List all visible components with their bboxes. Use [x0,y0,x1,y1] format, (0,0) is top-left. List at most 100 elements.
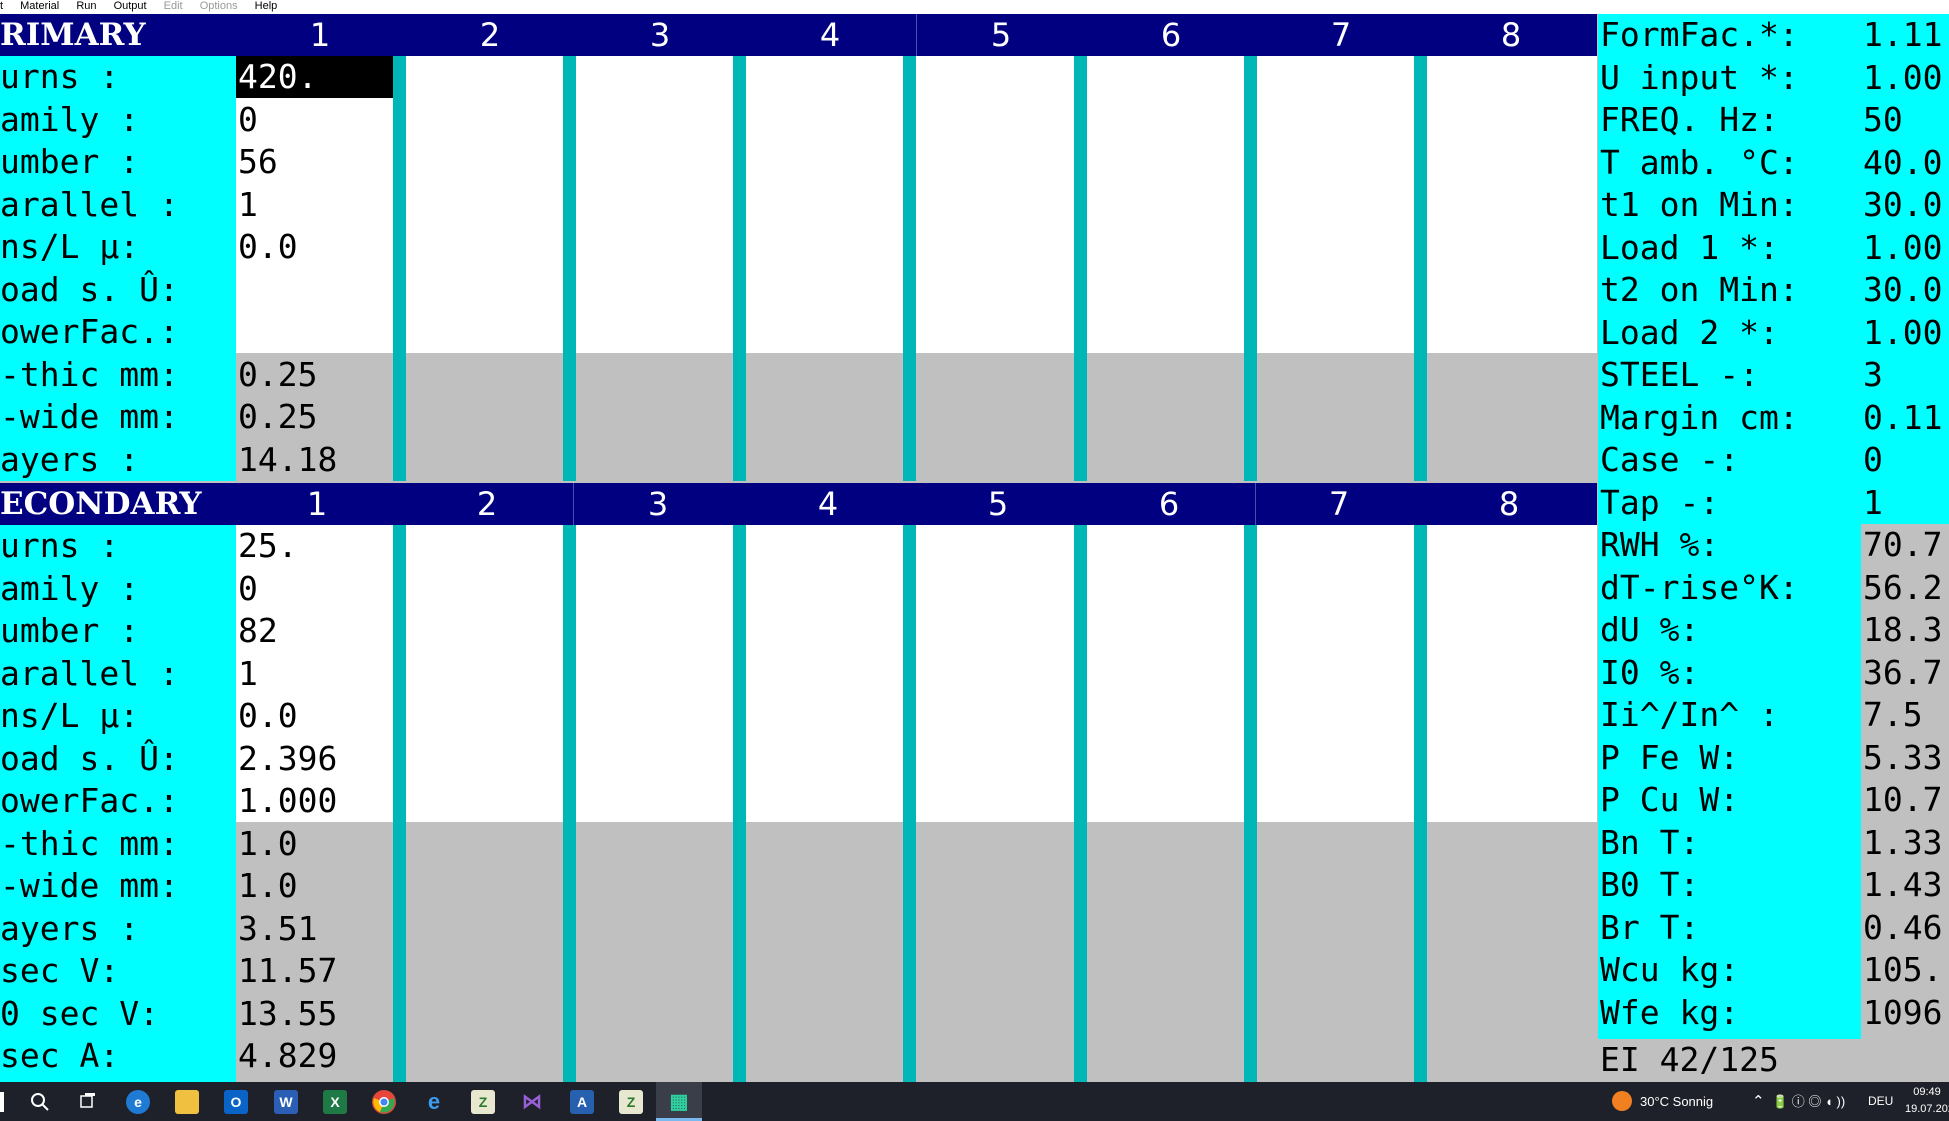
secondary-layers-value: 3.51 [238,908,318,948]
value-steel[interactable]: 3 [1861,354,1949,397]
taskbar: e O W X e Z ⋈ A Z ▦ 30°C Sonnig ⌃ 🔋 ⓘ ◎ … [0,1082,1949,1121]
column-separator [563,525,576,1082]
outlook-icon[interactable]: O [224,1090,248,1114]
secondary-label-wide: -wide mm: [0,866,179,905]
value-t2-on[interactable]: 30.0 [1861,269,1949,312]
value-dt-rise: 56.2 [1863,567,1943,607]
label-ii-in: Ii^/In^ : [1600,695,1779,734]
primary-col-3[interactable]: 3 [640,14,680,56]
secondary-col-8[interactable]: 8 [1489,483,1529,525]
menu-item-file[interactable]: t [0,0,3,12]
primary-number-input[interactable]: 56 [236,141,393,184]
secondary-label-parallel: arallel : [0,653,179,693]
z-app-icon-2[interactable]: Z [619,1090,643,1114]
secondary-parallel-input[interactable]: 1 [236,653,393,696]
clock-time: 09:49 [1913,1086,1941,1098]
visual-studio-icon[interactable]: ⋈ [520,1090,544,1114]
primary-family-input[interactable]: 0 [236,99,393,142]
primary-col-5[interactable]: 5 [981,14,1021,56]
primary-thick-value: 0.25 [238,354,318,394]
menu-item-output[interactable]: Output [114,0,147,12]
secondary-powerfac-input[interactable]: 1.000 [236,780,393,823]
secondary-label-ns-l: ns/L µ: [0,696,140,735]
excel-icon[interactable]: X [323,1090,347,1114]
value-t-amb[interactable]: 40.0 [1861,142,1949,185]
tray-icons[interactable]: 🔋 ⓘ ◎ ◖ )) [1772,1082,1845,1121]
z-app-icon[interactable]: Z [471,1090,495,1114]
primary-label-turns: urns : [0,57,120,96]
primary-col-1[interactable]: 1 [300,14,340,56]
secondary-col-6[interactable]: 6 [1149,483,1189,525]
primary-turns-input[interactable]: 420. [236,56,393,99]
secondary-turns-input[interactable]: 25. [236,525,393,568]
secondary-col-1[interactable]: 1 [297,483,337,525]
primary-col1-values: 420. 0 56 1 0.0 0.25 0.25 14.18 [236,56,393,481]
value-case[interactable]: 0 [1861,439,1949,482]
value-load1[interactable]: 1.00 [1861,227,1949,270]
menu-item-options[interactable]: Options [200,0,238,12]
label-freq: FREQ. Hz: [1600,100,1779,139]
chrome-icon[interactable] [372,1090,396,1114]
secondary-number-input[interactable]: 82 [236,610,393,653]
secondary-col-5[interactable]: 5 [978,483,1018,525]
language-indicator[interactable]: DEU [1868,1082,1893,1121]
label-t2-on: t2 on Min: [1600,270,1799,309]
primary-col-4[interactable]: 4 [810,14,850,56]
value-margin[interactable]: 0.11 [1861,397,1949,440]
calculator-icon[interactable]: ▦ [667,1090,691,1114]
value-u-input[interactable]: 1.00 [1861,57,1949,100]
weather-icon[interactable] [1612,1091,1632,1111]
secondary-label-load: oad s. Û: [0,738,179,778]
secondary-col-2[interactable]: 2 [467,483,507,525]
secondary-col-3[interactable]: 3 [638,483,678,525]
label-case: Case -: [1600,440,1740,479]
primary-labels: urns : amily : umber : arallel : ns/L µ:… [0,56,236,481]
menu-item-help[interactable]: Help [255,0,278,12]
value-load2[interactable]: 1.00 [1861,312,1949,355]
secondary-family-input[interactable]: 0 [236,568,393,611]
value-t1-on[interactable]: 30.0 [1861,184,1949,227]
secondary-nsl-input[interactable]: 0.0 [236,695,393,738]
primary-nsl-input[interactable]: 0.0 [236,226,393,269]
primary-col-7[interactable]: 7 [1321,14,1361,56]
value-i0: 36.7 [1863,652,1943,692]
weather-text[interactable]: 30°C Sonnig [1640,1082,1713,1121]
search-icon[interactable] [28,1090,52,1114]
menu-item-run[interactable]: Run [76,0,96,12]
label-wfe: Wfe kg: [1600,992,1740,1032]
file-explorer-icon[interactable] [175,1090,199,1114]
label-dt-rise: dT-rise°K: [1600,567,1799,607]
value-freq[interactable]: 50 [1861,99,1949,142]
chevron-up-icon[interactable]: ⌃ [1752,1082,1765,1121]
primary-powerfac-input[interactable] [236,311,393,354]
primary-col-8[interactable]: 8 [1491,14,1531,56]
primary-label-load: oad s. Û: [0,269,179,309]
edge-icon[interactable]: e [126,1090,150,1114]
secondary-col1-values: 25. 0 82 1 0.0 2.396 1.000 1.0 1.0 3.51 … [236,525,393,1082]
menu-item-material[interactable]: Material [20,0,59,12]
a-app-icon[interactable]: A [570,1090,594,1114]
value-formfac[interactable]: 1.11 [1861,14,1949,57]
menu-item-edit[interactable]: Edit [164,0,183,12]
internet-explorer-icon[interactable]: e [422,1090,446,1114]
secondary-0sec-v-value: 13.55 [238,993,338,1033]
primary-col-2[interactable]: 2 [470,14,510,56]
start-button[interactable] [0,1092,4,1112]
secondary-col-7[interactable]: 7 [1319,483,1359,525]
primary-col-6[interactable]: 6 [1151,14,1191,56]
word-icon[interactable]: W [274,1090,298,1114]
primary-load-input[interactable] [236,269,393,312]
secondary-label-0sec-v: 0 sec V: [0,993,159,1033]
menu-bar: t Material Run Output Edit Options Help [0,0,1949,14]
column-separator [1414,525,1427,1082]
task-view-icon[interactable] [76,1090,100,1114]
column-separator [1244,525,1257,1082]
secondary-col-4[interactable]: 4 [808,483,848,525]
primary-parallel-input[interactable]: 1 [236,184,393,227]
value-rwh: 70.7 [1863,525,1943,564]
secondary-title: ECONDARY [0,486,202,522]
clock[interactable]: 09:49 19.07.202 [1905,1084,1949,1119]
secondary-load-input[interactable]: 2.396 [236,738,393,781]
clock-date: 19.07.202 [1905,1103,1949,1115]
value-tap[interactable]: 1 [1861,482,1949,525]
